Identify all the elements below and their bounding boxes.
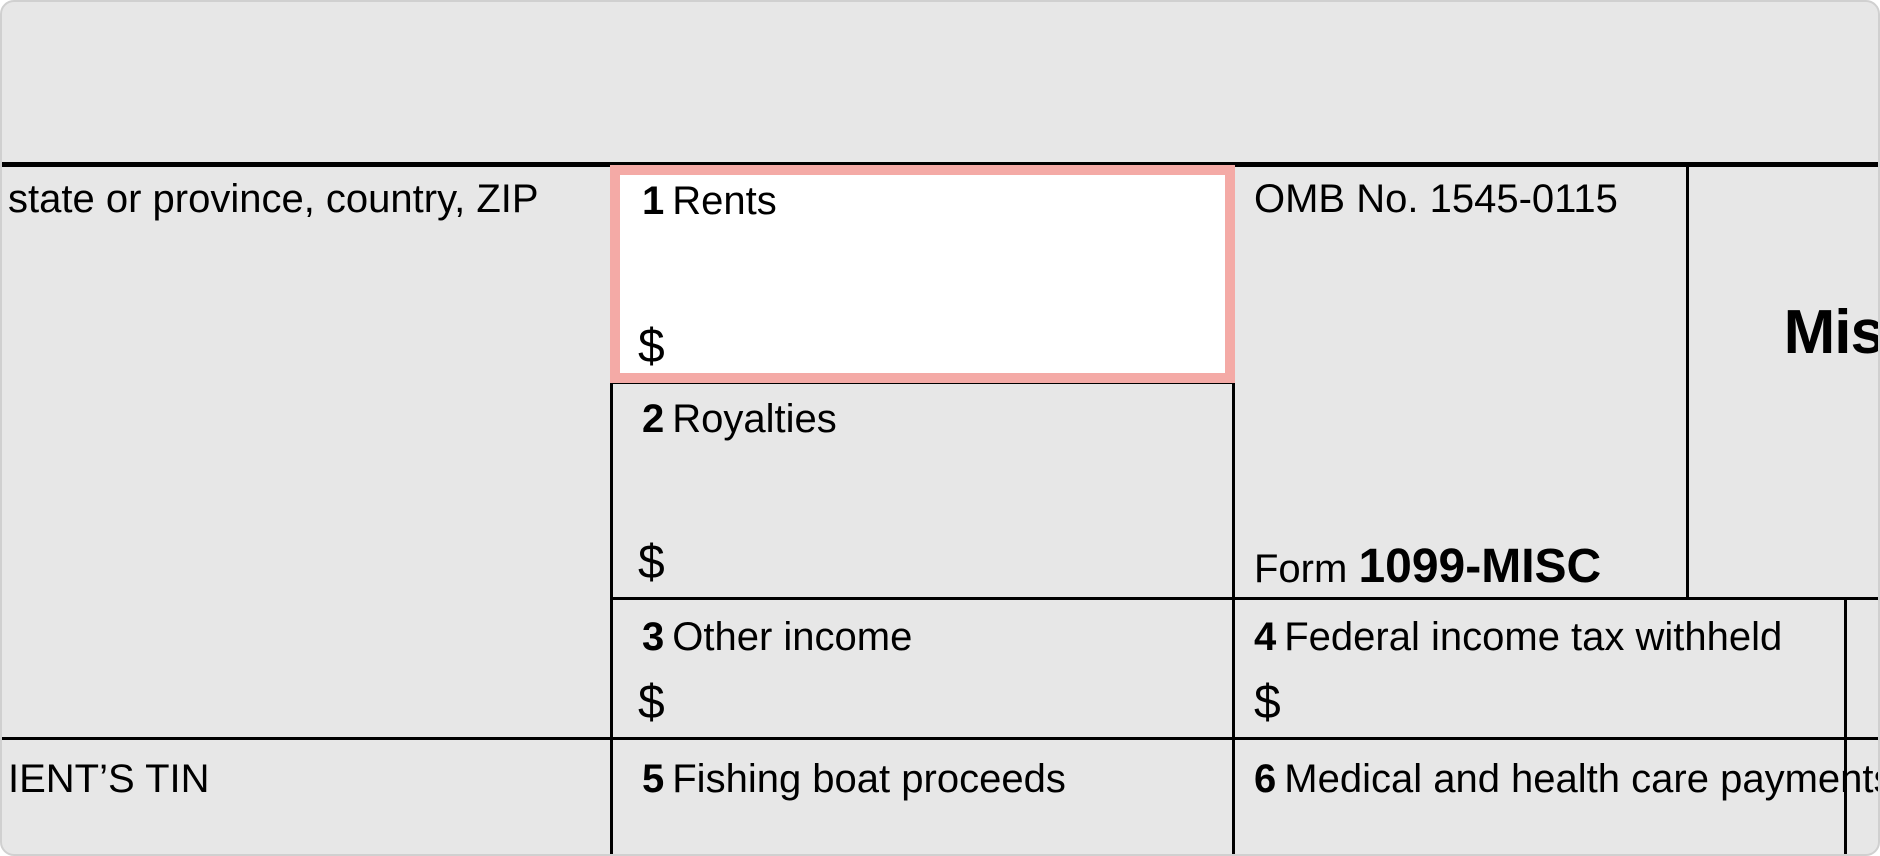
grid-line: [1232, 597, 1235, 854]
form-code: 1099-MISC: [1358, 540, 1601, 593]
box4-label: 4Federal income tax withheld: [1254, 615, 1782, 660]
form-code-label: Form 1099-MISC: [1254, 539, 1601, 594]
box1-number: 1: [642, 179, 664, 223]
box5-label: 5Fishing boat proceeds: [642, 757, 1066, 802]
form-viewport: state or province, country, ZIP 1Rents $…: [0, 0, 1880, 856]
box1-text: Rents: [672, 179, 777, 223]
box1-currency: $: [638, 319, 665, 374]
payer-address-text: state or province, country, ZIP: [8, 177, 539, 221]
recipient-tin-fragment: IENT’S TIN: [8, 757, 210, 802]
box4-currency: $: [1254, 675, 1281, 730]
box6-text: Medical and health care payments: [1284, 757, 1880, 801]
recipient-tin-text: IENT’S TIN: [8, 757, 210, 801]
box6-label: 6Medical and health care payments: [1254, 757, 1880, 802]
box2-currency: $: [638, 535, 665, 590]
box4-text: Federal income tax withheld: [1284, 615, 1782, 659]
box3-currency: $: [638, 675, 665, 730]
form-1099-misc-area: state or province, country, ZIP 1Rents $…: [2, 162, 1878, 854]
form-title-fragment: Mis: [1784, 297, 1880, 368]
payer-address-fragment: state or province, country, ZIP: [8, 177, 539, 222]
box2-label: 2Royalties: [642, 397, 837, 442]
box1-label: 1Rents: [642, 179, 777, 224]
box3-text: Other income: [672, 615, 912, 659]
form-title-text: Mis: [1784, 298, 1880, 367]
grid-line: [1844, 597, 1847, 854]
box4-number: 4: [1254, 615, 1276, 659]
box5-number: 5: [642, 757, 664, 801]
box6-number: 6: [1254, 757, 1276, 801]
grid-line: [1686, 167, 1689, 597]
omb-number: OMB No. 1545-0115: [1254, 177, 1618, 222]
box3-label: 3Other income: [642, 615, 912, 660]
box2-number: 2: [642, 397, 664, 441]
box3-number: 3: [642, 615, 664, 659]
grid-line: [610, 597, 1878, 600]
box2-text: Royalties: [672, 397, 837, 441]
box5-text: Fishing boat proceeds: [672, 757, 1066, 801]
grid-line: [2, 737, 1878, 740]
form-prefix: Form: [1254, 547, 1358, 591]
omb-text: OMB No. 1545-0115: [1254, 177, 1618, 221]
